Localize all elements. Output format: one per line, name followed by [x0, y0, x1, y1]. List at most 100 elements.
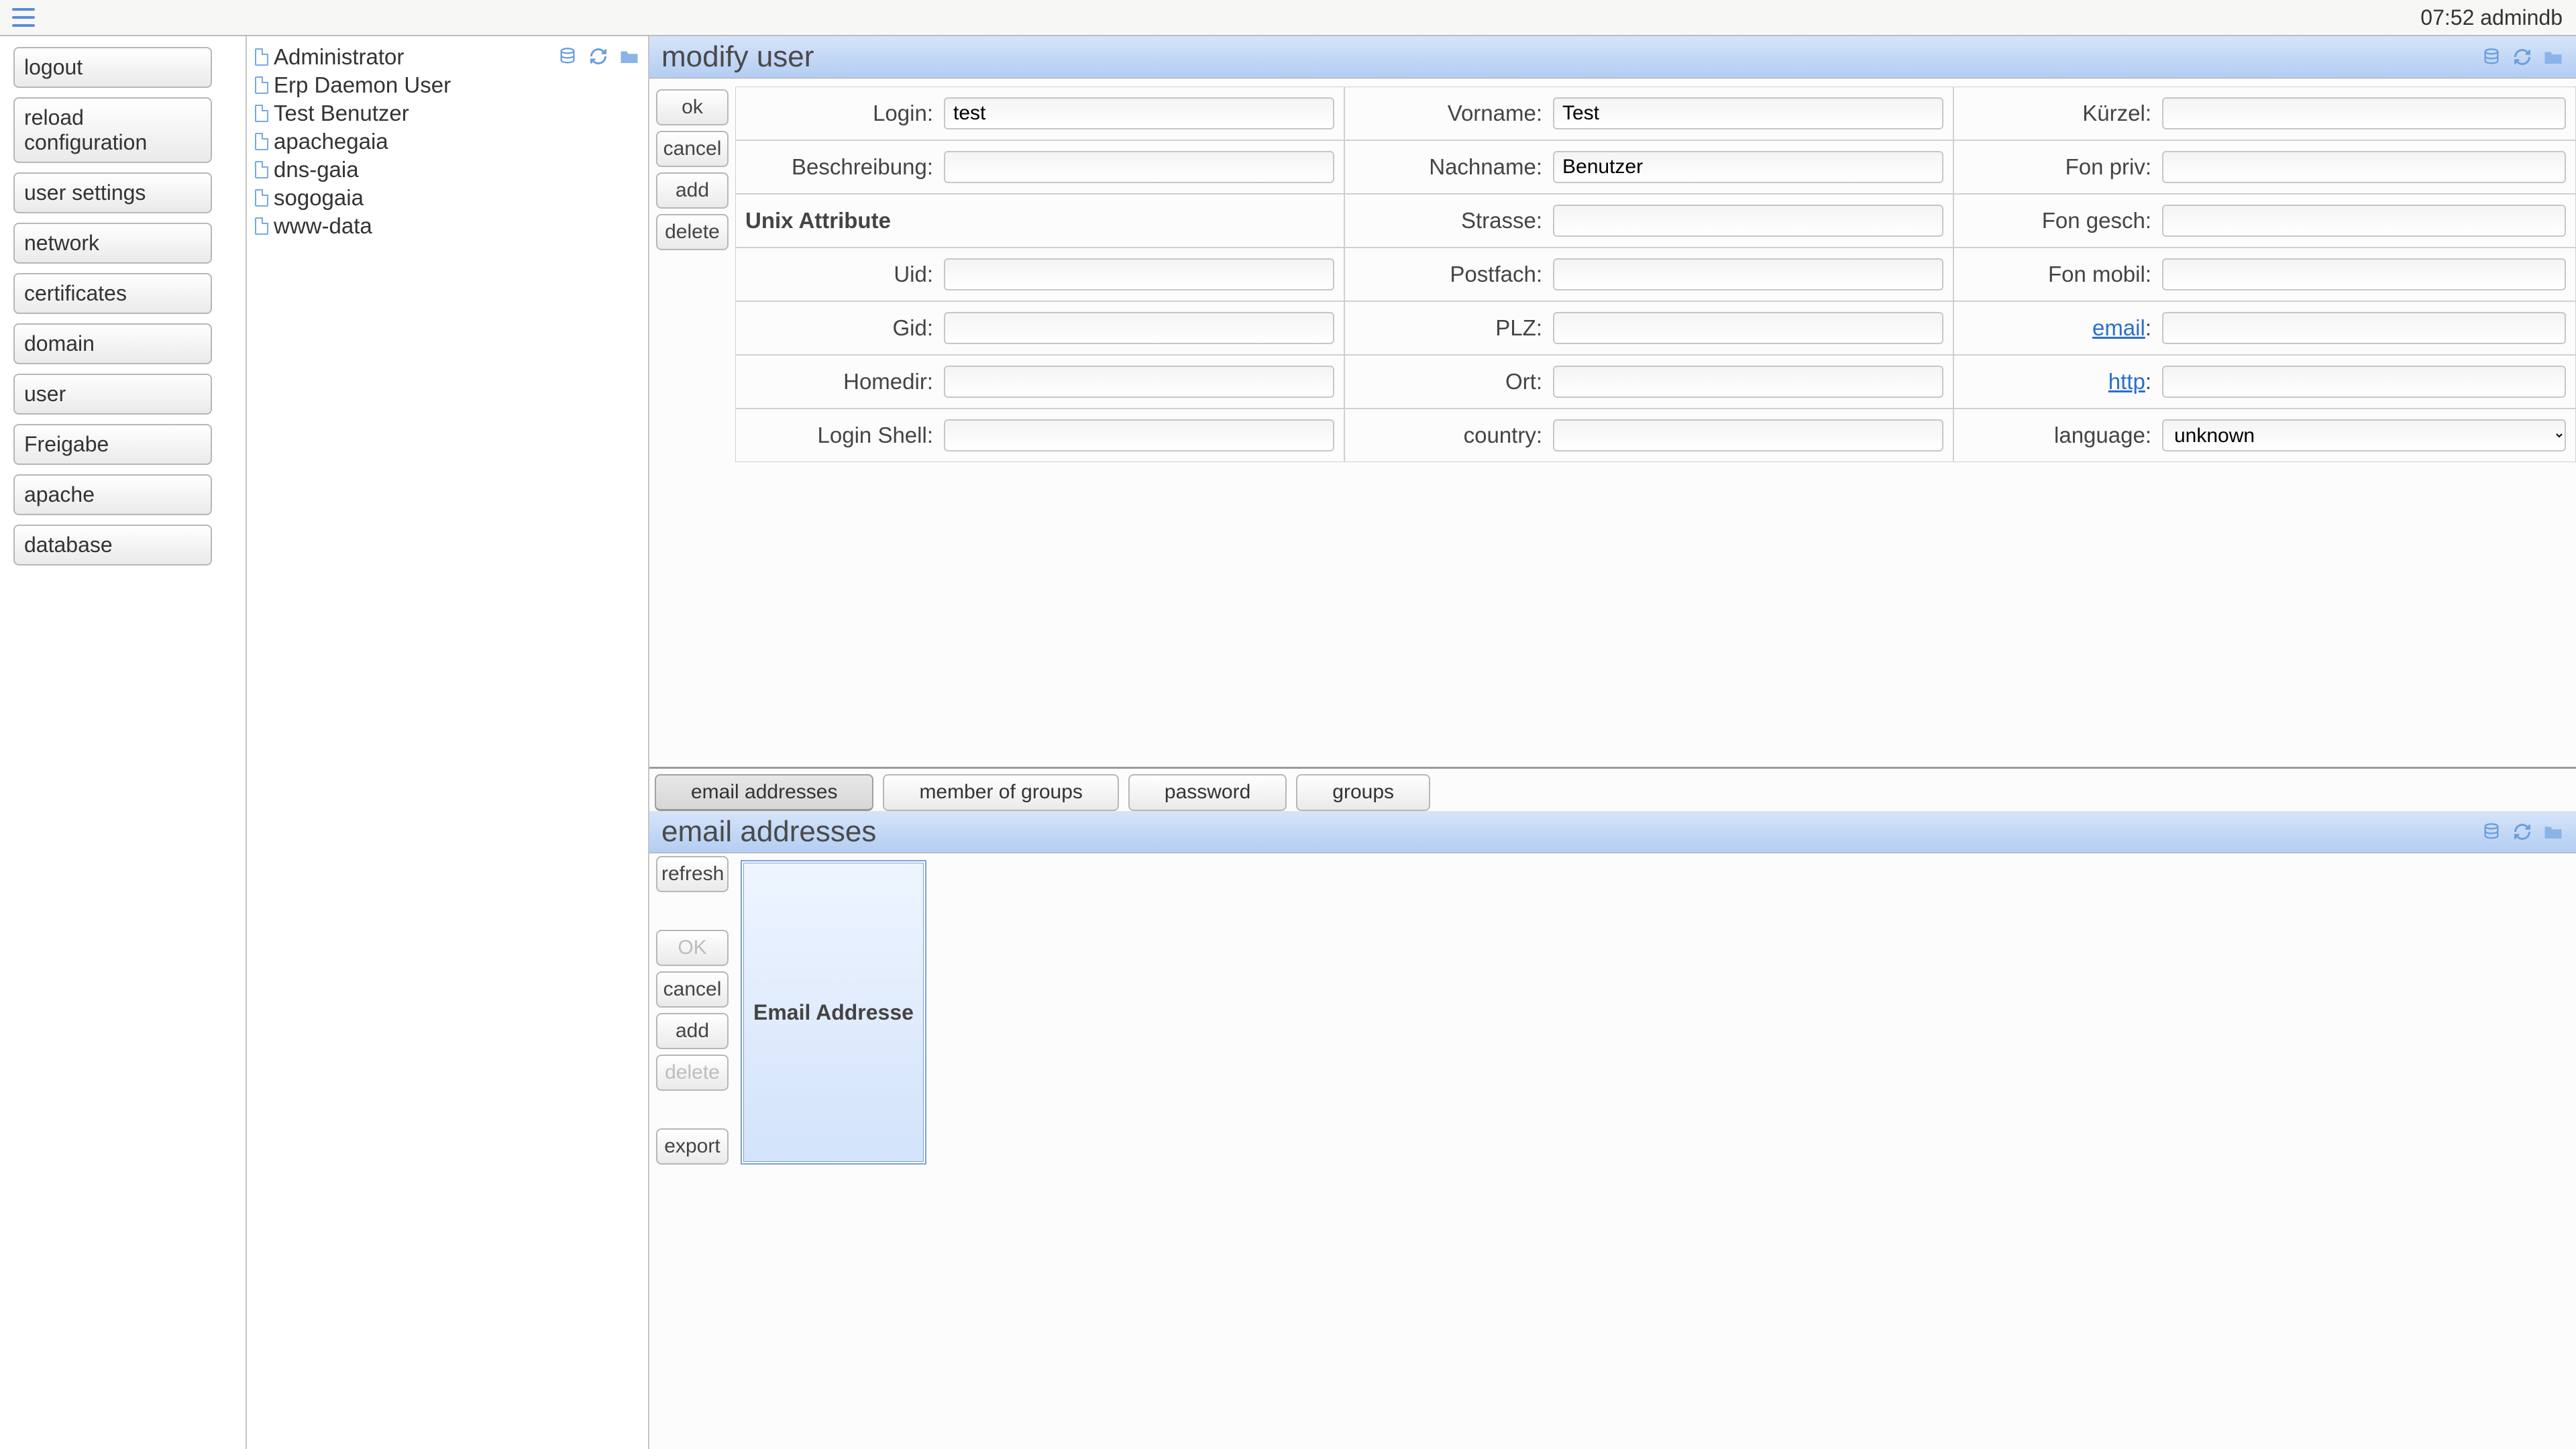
file-icon — [255, 133, 268, 150]
cancel-button[interactable]: cancel — [656, 131, 729, 167]
fonmobil-label: Fon mobil: — [1964, 262, 2151, 287]
nav-domain[interactable]: domain — [13, 323, 212, 364]
nav-reload-configuration[interactable]: reload configuration — [13, 97, 212, 163]
ok-button-disabled: OK — [656, 930, 729, 966]
file-icon — [255, 161, 268, 178]
nav-apache[interactable]: apache — [13, 474, 212, 515]
postfach-label: Postfach: — [1354, 262, 1542, 287]
login-label: Login: — [745, 101, 933, 126]
nav-logout[interactable]: logout — [13, 47, 212, 88]
top-right-status: 07:52 admindb — [2420, 5, 2563, 30]
fonpriv-input[interactable] — [2162, 151, 2566, 183]
homedir-input[interactable] — [944, 366, 1334, 398]
current-user: admindb — [2480, 5, 2563, 30]
database-icon[interactable] — [557, 46, 578, 67]
nav-certificates[interactable]: certificates — [13, 273, 212, 314]
email-table: Email Addresse — [741, 860, 926, 1165]
refresh-icon[interactable] — [2512, 821, 2533, 843]
fonpriv-label: Fon priv: — [1964, 154, 2151, 180]
country-input[interactable] — [1553, 419, 1943, 451]
user-list-label: Erp Daemon User — [274, 72, 451, 98]
folder-icon[interactable] — [619, 46, 640, 67]
nachname-input[interactable] — [1553, 151, 1943, 183]
user-list-item[interactable]: www-data — [255, 212, 643, 240]
plz-label: PLZ: — [1354, 315, 1542, 341]
tab-member-of-groups[interactable]: member of groups — [883, 774, 1118, 811]
file-icon — [255, 105, 268, 122]
ort-label: Ort: — [1354, 369, 1542, 394]
fonmobil-input[interactable] — [2162, 258, 2566, 290]
ort-input[interactable] — [1553, 366, 1943, 398]
tab-password[interactable]: password — [1128, 774, 1287, 811]
ok-button[interactable]: ok — [656, 89, 729, 125]
uid-label: Uid: — [745, 262, 933, 287]
unix-section-label: Unix Attribute — [745, 208, 891, 233]
http-input[interactable] — [2162, 366, 2566, 398]
folder-icon[interactable] — [2542, 821, 2564, 843]
language-select[interactable]: unknown — [2162, 419, 2566, 451]
nav-database[interactable]: database — [13, 525, 212, 566]
modify-user-header: modify user — [649, 36, 2576, 78]
modify-actions: ok cancel add delete — [649, 87, 735, 462]
emails-header: email addresses — [649, 811, 2576, 853]
nav-user[interactable]: user — [13, 374, 212, 415]
uid-input[interactable] — [944, 258, 1334, 290]
refresh-button[interactable]: refresh — [656, 856, 729, 892]
tab-groups[interactable]: groups — [1296, 774, 1430, 811]
kuerzel-label: Kürzel: — [1964, 101, 2151, 126]
refresh-icon[interactable] — [2512, 46, 2533, 68]
email-link[interactable]: email — [2092, 315, 2145, 340]
kuerzel-input[interactable] — [2162, 97, 2566, 129]
user-list-item[interactable]: Erp Daemon User — [255, 71, 643, 99]
file-icon — [255, 217, 268, 235]
panel-title: email addresses — [661, 815, 876, 849]
refresh-icon[interactable] — [588, 46, 609, 67]
postfach-input[interactable] — [1553, 258, 1943, 290]
plz-input[interactable] — [1553, 312, 1943, 344]
strasse-input[interactable] — [1553, 205, 1943, 237]
http-link[interactable]: http — [2108, 369, 2145, 394]
user-list-item[interactable]: apachegaia — [255, 127, 643, 156]
folder-icon[interactable] — [2542, 46, 2564, 68]
delete-button[interactable]: delete — [656, 214, 729, 250]
main-area: modify user ok cancel a — [649, 36, 2576, 1449]
beschreibung-input[interactable] — [944, 151, 1334, 183]
email-input[interactable] — [2162, 312, 2566, 344]
add-button[interactable]: add — [656, 1013, 729, 1049]
user-list-label: dns-gaia — [274, 157, 359, 182]
cancel-button[interactable]: cancel — [656, 971, 729, 1008]
user-list-label: www-data — [274, 213, 372, 239]
language-label: language: — [1964, 423, 2151, 448]
gid-input[interactable] — [944, 312, 1334, 344]
clock: 07:52 — [2420, 5, 2474, 30]
database-icon[interactable] — [2481, 46, 2502, 68]
user-list-item[interactable]: dns-gaia — [255, 156, 643, 184]
user-list-item[interactable]: Test Benutzer — [255, 99, 643, 127]
beschreibung-label: Beschreibung: — [745, 154, 933, 180]
file-icon — [255, 48, 268, 66]
user-list-label: sogogaia — [274, 185, 364, 211]
vorname-label: Vorname: — [1354, 101, 1542, 126]
country-label: country: — [1354, 423, 1542, 448]
fongesch-input[interactable] — [2162, 205, 2566, 237]
nav-network[interactable]: network — [13, 223, 212, 264]
tab-email-addresses[interactable]: email addresses — [655, 774, 873, 811]
panel-title: modify user — [661, 40, 814, 74]
nav-Freigabe[interactable]: Freigabe — [13, 424, 212, 465]
file-icon — [255, 189, 268, 207]
add-button[interactable]: add — [656, 172, 729, 209]
database-icon[interactable] — [2481, 821, 2502, 843]
subtabs: email addresses member of groups passwordg… — [649, 769, 2576, 811]
nav-user-settings[interactable]: user settings — [13, 172, 212, 213]
loginshell-input[interactable] — [944, 419, 1334, 451]
hamburger-icon[interactable] — [12, 8, 35, 27]
file-icon — [255, 76, 268, 94]
vorname-input[interactable] — [1553, 97, 1943, 129]
export-button[interactable]: export — [656, 1128, 729, 1165]
user-list-item[interactable]: sogogaia — [255, 184, 643, 212]
userlist-toolbar — [557, 46, 640, 67]
email-table-header[interactable]: Email Addresse — [743, 863, 924, 1162]
login-input[interactable] — [944, 97, 1334, 129]
fongesch-label: Fon gesch: — [1964, 208, 2151, 233]
user-list-label: Administrator — [274, 44, 404, 70]
